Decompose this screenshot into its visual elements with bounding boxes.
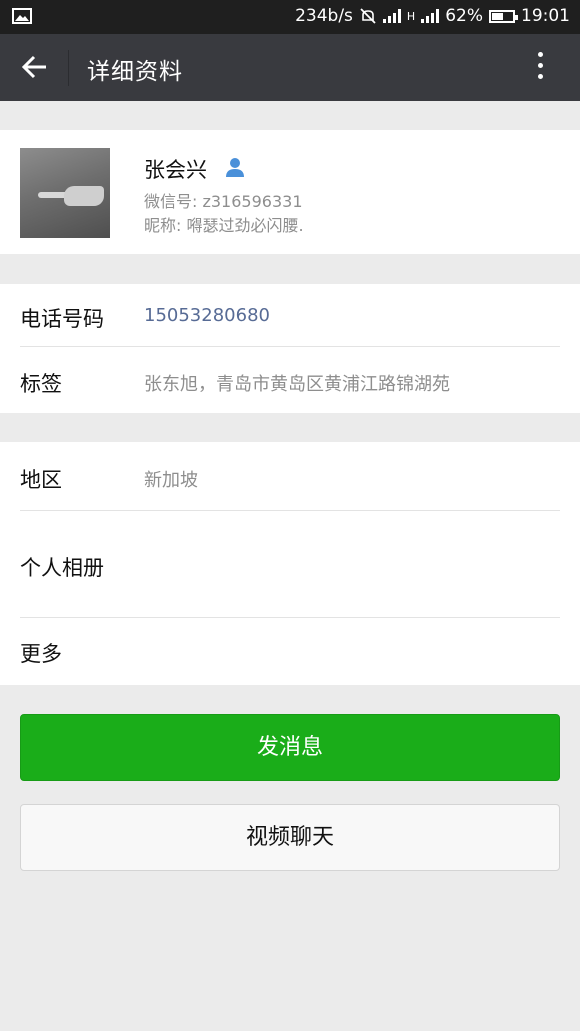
avatar-hand (64, 186, 104, 206)
divider (20, 346, 560, 347)
avatar[interactable] (20, 148, 110, 238)
network-type: H (406, 9, 416, 23)
status-bar: 234b/s H 62% 19:01 (0, 0, 580, 34)
region-label: 地区 (20, 468, 62, 492)
image-icon (12, 8, 32, 24)
send-message-button[interactable]: 发消息 (20, 714, 560, 781)
more-options-icon[interactable] (528, 52, 552, 84)
phone-number-link[interactable]: 15053280680 (144, 305, 270, 326)
contact-info-section: 电话号码 15053280680 标签 张东旭，青岛市黄岛区黄浦江路锦湖苑 (0, 284, 580, 413)
profile-card[interactable]: 张会兴 微信号: z316596331 昵称: 嘚瑟过劲必闪腰. (0, 130, 580, 254)
contact-user-icon (226, 158, 244, 177)
nickname: 昵称: 嘚瑟过劲必闪腰. (144, 216, 304, 235)
wechat-id: 微信号: z316596331 (144, 192, 303, 211)
divider (20, 510, 560, 511)
signal-icon-2 (421, 9, 440, 23)
tag-label: 标签 (20, 372, 62, 396)
battery-icon (489, 9, 518, 23)
divider (20, 617, 560, 618)
more-info-section: 地区 新加坡 个人相册 更多 (0, 442, 580, 685)
network-speed: 234b/s (295, 6, 353, 26)
signal-icon (382, 9, 401, 23)
title-bar: 详细资料 (0, 34, 580, 101)
clock: 19:01 (521, 6, 570, 26)
mute-icon (360, 8, 376, 24)
more-row[interactable]: 更多 (20, 638, 62, 668)
video-chat-button[interactable]: 视频聊天 (20, 804, 560, 871)
tag-value[interactable]: 张东旭，青岛市黄岛区黄浦江路锦湖苑 (144, 370, 450, 396)
personal-album-row[interactable]: 个人相册 (20, 552, 104, 582)
contact-name: 张会兴 (144, 158, 207, 182)
battery-percent: 62% (445, 6, 483, 26)
phone-label: 电话号码 (20, 307, 104, 331)
page-title: 详细资料 (87, 59, 183, 85)
title-divider (68, 50, 69, 86)
region-value: 新加坡 (144, 470, 198, 491)
back-arrow-icon[interactable] (18, 52, 52, 82)
